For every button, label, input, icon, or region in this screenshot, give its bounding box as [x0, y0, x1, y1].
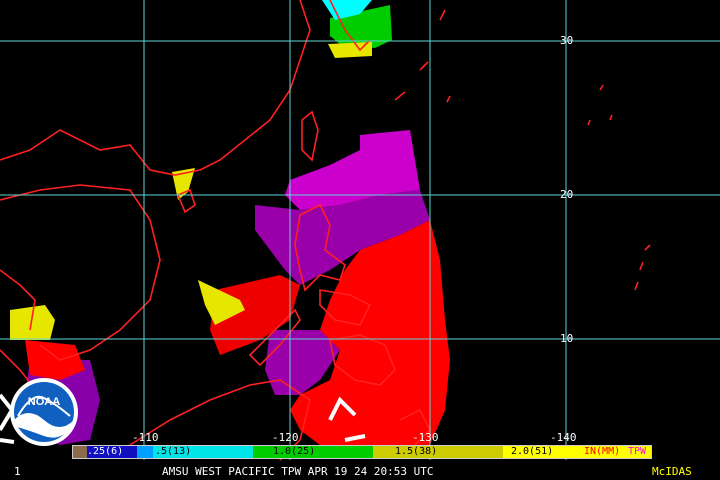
frame-number: 1: [14, 465, 21, 478]
coastline-hainan: [176, 188, 196, 214]
satellite-image-viewer: 30 20 10 -110 -120 -130 -140 NOAA .25(6)…: [0, 0, 720, 480]
legend-label-4: 2.0(51): [511, 446, 554, 457]
image-footer: 1 AMSU WEST PACIFIC TPW APR 19 24 20:53 …: [0, 464, 720, 480]
legend-swatch-skyblue: [137, 446, 153, 458]
noaa-logo: NOAA: [10, 378, 78, 446]
tpw-map: [0, 0, 720, 461]
legend-swatch-olive: [373, 446, 503, 458]
legend-label-0: .25(6): [87, 446, 124, 457]
longitude-label-140: -140: [550, 431, 577, 444]
longitude-label-110: -110: [132, 431, 159, 444]
legend-swatch-brown: [73, 446, 87, 458]
latitude-label-20: 20: [560, 188, 574, 201]
coastline-marianas: [587, 84, 651, 291]
longitude-label-120: -120: [272, 431, 299, 444]
legend-product-label: TPW: [628, 446, 647, 457]
legend-label-2: 1.0(25): [273, 446, 316, 457]
tpw-color-legend: .25(6) .5(13) 1.0(25) 1.5(38) 2.0(51) IN…: [72, 445, 652, 459]
software-label: McIDAS: [652, 465, 692, 478]
legend-label-1: .5(13): [155, 446, 192, 457]
coastline-ryukyu: [394, 9, 451, 103]
image-title: AMSU WEST PACIFIC TPW APR 19 24 20:53 UT…: [162, 465, 434, 478]
legend-label-3: 1.5(38): [395, 446, 438, 457]
longitude-label-130: -130: [412, 431, 439, 444]
latitude-label-10: 10: [560, 332, 574, 345]
legend-units-label: IN(MM): [584, 446, 621, 457]
latitude-label-30: 30: [560, 34, 574, 47]
svg-text:NOAA: NOAA: [28, 396, 60, 408]
coastline-china: [0, 0, 311, 176]
coastline-taiwan: [301, 110, 319, 162]
